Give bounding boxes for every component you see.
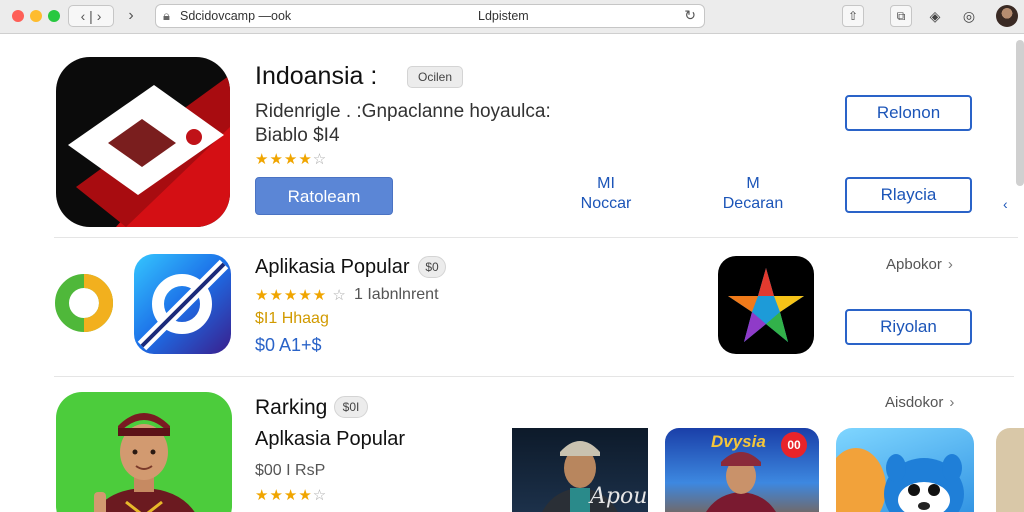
featured-developer: Ridenrigle . :Gnpaclanne hoyaulca: [255, 101, 551, 122]
address-path-text: Ldpistem [478, 9, 529, 23]
game-app-icon-2[interactable]: Dvysia 00 [665, 428, 819, 512]
chevron-right-icon: › [949, 394, 955, 411]
zoom-window-button[interactable] [48, 10, 60, 22]
featured-column-1-title: MI [597, 175, 615, 192]
lock-icon: 🔒︎ [163, 8, 170, 23]
popular-action-button[interactable]: Riyolan [845, 309, 972, 345]
popular-see-all-link[interactable]: Apbokor › [886, 256, 953, 273]
section-divider [54, 237, 1018, 238]
game-app-icon-3[interactable] [836, 428, 974, 512]
featured-app-icon[interactable] [56, 57, 230, 227]
game-1-title: Apou [590, 484, 648, 509]
popular-rating-stars: ★★★★★ ☆ [255, 287, 347, 304]
featured-badge: Ocilen [407, 66, 463, 88]
featured-column-2-label: Decaran [722, 195, 784, 212]
featured-get-button[interactable]: Ratoleam [255, 177, 393, 215]
ranking-meta: $00 I RsP [255, 462, 326, 479]
featured-column-1[interactable]: MI Noccar [566, 174, 646, 214]
game-app-icon-4[interactable] [996, 428, 1024, 512]
ranking-subheading: Aplkasia Popular [255, 428, 406, 450]
ranking-app-icon[interactable] [56, 392, 232, 512]
sync-icon[interactable]: ◎ [960, 7, 978, 25]
featured-app-name: Indoansia : [255, 62, 378, 90]
reload-icon[interactable]: ↻ [684, 7, 696, 24]
game-2-title: Dvysia [711, 432, 766, 451]
avatar[interactable] [996, 5, 1018, 27]
tabs-icon[interactable]: ⧉ [890, 5, 912, 27]
ranking-heading: Rarking [255, 396, 328, 419]
featured-column-1-label: Noccar [580, 195, 632, 212]
popular-badge: $0 [418, 256, 446, 278]
game-2-badge: 00 [781, 432, 807, 458]
popular-yellow-text: $I1 Hhaag [255, 310, 329, 327]
featured-price-line: Biablo $I4 [255, 125, 340, 146]
address-site-text: Sdcidovcamp —ook [180, 9, 292, 23]
ranking-badge: $0I [334, 396, 368, 418]
featured-rating-stars: ★★★★☆ [255, 151, 328, 168]
star-app-icon[interactable] [718, 256, 814, 354]
chevron-right-icon: › [947, 256, 953, 273]
ring-app-icon[interactable] [54, 272, 114, 334]
ranking-see-all-label: Aisdokor [885, 394, 944, 411]
popular-rating-text: 1 Iabnlnrent [354, 286, 439, 303]
featured-action-button-1[interactable]: Relonon [845, 95, 972, 131]
popular-see-all-label: Apbokor [886, 256, 942, 273]
game-app-icon-1[interactable]: Apou [512, 428, 648, 512]
scrollbar[interactable] [1016, 40, 1024, 186]
section-divider [54, 376, 1014, 377]
minimize-window-button[interactable] [30, 10, 42, 22]
popular-heading: Aplikasia Popular [255, 256, 410, 278]
popular-price: $0 A1+$ [255, 335, 322, 355]
extension-icon[interactable]: ◈ [926, 7, 944, 25]
address-bar[interactable]: 🔒︎ Sdcidovcamp —ook Ldpistem ↻ [155, 4, 705, 28]
blue-app-icon[interactable] [134, 254, 231, 354]
back-button[interactable]: ‹ | › [68, 5, 114, 27]
close-window-button[interactable] [12, 10, 24, 22]
chevron-right-icon[interactable]: ‹ [1003, 196, 1008, 212]
forward-button[interactable]: › [122, 5, 140, 27]
browser-toolbar: ‹ | › › 🔒︎ Sdcidovcamp —ook Ldpistem ↻ ⇧… [0, 0, 1024, 34]
ranking-see-all-link[interactable]: Aisdokor › [885, 394, 954, 411]
featured-action-button-2[interactable]: Rlaycia [845, 177, 972, 213]
ranking-rating-stars: ★★★★☆ [255, 487, 328, 504]
share-icon[interactable]: ⇧ [842, 5, 864, 27]
featured-column-2-title: M [746, 175, 760, 192]
featured-column-2[interactable]: M Decaran [707, 174, 799, 214]
